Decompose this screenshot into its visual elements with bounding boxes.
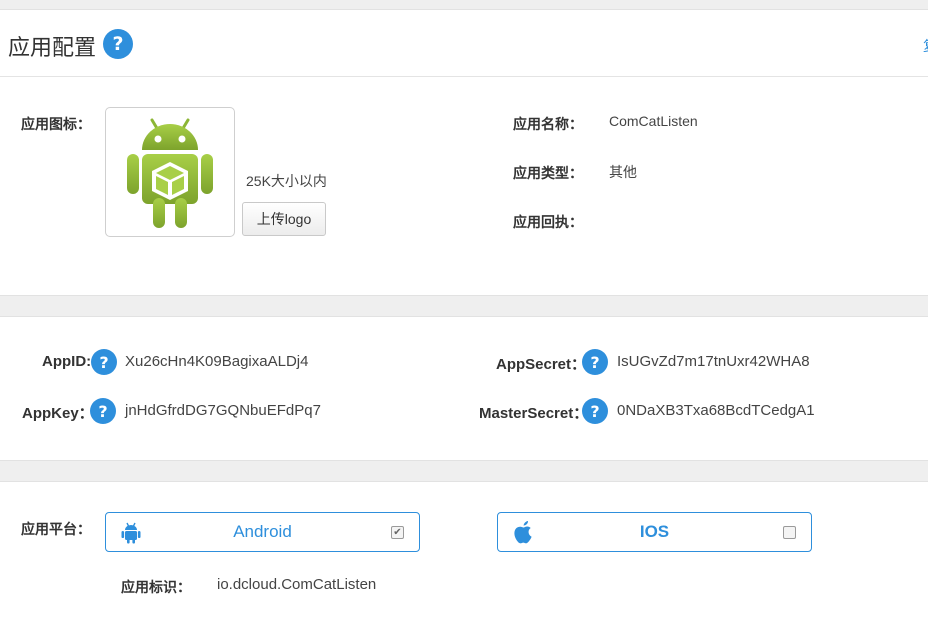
app-type-value: 其他 [609,164,637,180]
mastersecret-value: 0NDaXB3Txa68BcdTCedgA1 [617,402,815,419]
icon-size-hint: 25K大小以内 [246,173,327,189]
appsecret-label: AppSecret： [496,356,587,373]
android-checkbox[interactable]: ✔ [391,526,404,539]
title-help-icon[interactable]: ? [103,29,133,59]
top-divider-band [0,0,928,10]
app-receipt-label: 应用回执： [513,214,583,230]
app-identifier-label: 应用标识： [121,579,191,595]
edge-glyph[interactable]: 复 [923,36,928,52]
platform-android-option[interactable]: Android ✔ [105,512,420,552]
section-divider-band [0,295,928,317]
appsecret-help-icon[interactable]: ? [582,349,608,375]
header-divider [0,76,928,77]
ios-platform-name: IOS [639,522,670,541]
appid-value: Xu26cHn4K09BagixaALDj4 [125,353,309,370]
app-icon-preview[interactable] [105,107,235,237]
app-type-label: 应用类型： [513,165,583,181]
mastersecret-label: MasterSecret： [479,405,589,422]
appkey-help-icon[interactable]: ? [90,398,116,424]
android-platform-name: Android [233,522,292,541]
app-name-value: ComCatListen [609,113,698,129]
section-divider-band-2 [0,460,928,482]
upload-logo-button[interactable]: 上传logo [242,202,326,236]
android-robot-icon [127,118,213,228]
platform-label: 应用平台： [21,521,91,537]
appid-help-icon[interactable]: ? [91,349,117,375]
page-title: 应用配置 [8,35,97,60]
appid-label: AppID: [42,353,92,370]
platform-ios-option[interactable]: IOS [497,512,812,552]
app-identifier-value: io.dcloud.ComCatListen [217,576,377,593]
appsecret-value: IsUGvZd7m17tnUxr42WHA8 [617,353,810,370]
mastersecret-help-icon[interactable]: ? [582,398,608,424]
appkey-value: jnHdGfrdDG7GQNbuEFdPq7 [125,402,321,419]
app-icon-label: 应用图标： [21,116,91,132]
app-name-label: 应用名称： [513,116,583,132]
appkey-label: AppKey： [22,405,94,422]
ios-checkbox[interactable] [783,526,796,539]
